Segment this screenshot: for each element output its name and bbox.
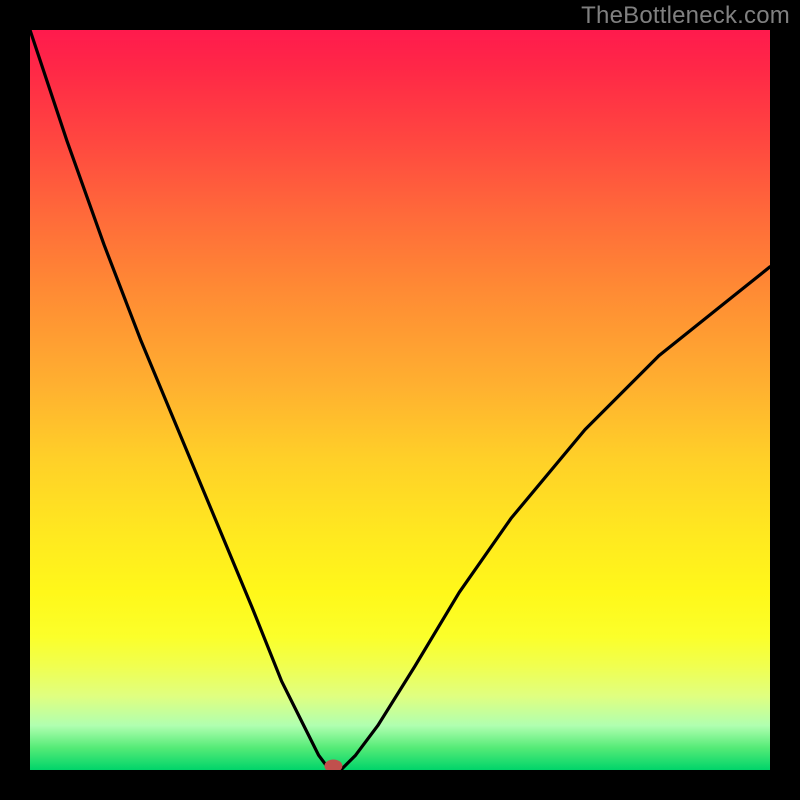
watermark-text: TheBottleneck.com [581, 2, 790, 30]
chart-frame: TheBottleneck.com [0, 0, 800, 800]
marker-dot [324, 760, 342, 771]
plot-area [30, 30, 770, 770]
bottleneck-curve [30, 30, 770, 770]
chart-svg [30, 30, 770, 770]
